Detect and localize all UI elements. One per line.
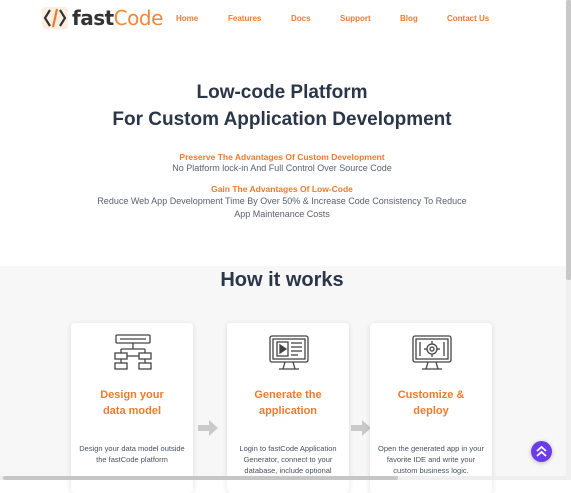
nav-docs[interactable]: Docs bbox=[291, 14, 311, 23]
nav-contact-us[interactable]: Contact Us bbox=[447, 14, 489, 23]
step-card-design: Design your data model Design your data … bbox=[71, 323, 193, 493]
main-nav: Home Features Docs Support Blog Contact … bbox=[0, 14, 571, 26]
hero-title-line2: For Custom Application Development bbox=[112, 109, 452, 130]
step-card-text: Open the generated app in your favorite … bbox=[378, 444, 484, 475]
nav-features[interactable]: Features bbox=[228, 14, 261, 23]
hero-title-line1: Low-code Platform bbox=[196, 82, 368, 103]
step-card-generate: Generate the application Login to fastCo… bbox=[227, 323, 349, 493]
step-card-title-line1: Generate the bbox=[254, 389, 322, 401]
vertical-scrollbar-thumb[interactable] bbox=[566, 0, 571, 280]
chevron-up-icon bbox=[536, 445, 547, 457]
custom-dev-text: No Platform lock-in And Full Control Ove… bbox=[172, 163, 392, 173]
low-code-text-line1: Reduce Web App Development Time By Over … bbox=[97, 196, 467, 206]
step-card-title-line2: deploy bbox=[413, 405, 449, 417]
step-card-title-line1: Customize & bbox=[397, 389, 465, 401]
nav-blog[interactable]: Blog bbox=[400, 14, 418, 23]
step-card-text: Login to fastCode Application Generator,… bbox=[239, 444, 337, 475]
arrow-right-icon bbox=[198, 420, 218, 436]
step-card-customize: Customize & deploy Open the generated ap… bbox=[370, 323, 492, 493]
header: fastCode Home Features Docs Support Blog… bbox=[0, 0, 571, 40]
step-card-text: Design your data model outside the fastC… bbox=[79, 444, 185, 464]
scroll-to-top-button[interactable] bbox=[531, 441, 552, 462]
low-code-heading: Gain The Advantages Of Low-Code bbox=[211, 184, 353, 194]
horizontal-scrollbar-thumb[interactable] bbox=[3, 476, 398, 480]
step-card-title: Design your data model bbox=[71, 387, 193, 419]
nav-home[interactable]: Home bbox=[176, 14, 198, 23]
low-code-text-line2: App Maintenance Costs bbox=[234, 209, 330, 219]
step-card-title: Customize & deploy bbox=[370, 387, 492, 419]
step-card-title: Generate the application bbox=[227, 387, 349, 419]
data-model-icon bbox=[112, 333, 154, 373]
arrow-right-icon bbox=[351, 420, 371, 436]
gear-tools-icon bbox=[411, 333, 453, 373]
vertical-scrollbar[interactable] bbox=[566, 0, 571, 480]
monitor-icon bbox=[268, 333, 310, 373]
horizontal-scrollbar[interactable] bbox=[0, 476, 566, 480]
step-card-title-line2: data model bbox=[102, 405, 162, 417]
custom-dev-heading: Preserve The Advantages Of Custom Develo… bbox=[179, 152, 385, 162]
step-card-title-line1: Design your bbox=[100, 389, 164, 401]
how-it-works-title: How it works bbox=[220, 269, 344, 291]
nav-support[interactable]: Support bbox=[340, 14, 371, 23]
step-card-title-line2: application bbox=[258, 405, 318, 417]
